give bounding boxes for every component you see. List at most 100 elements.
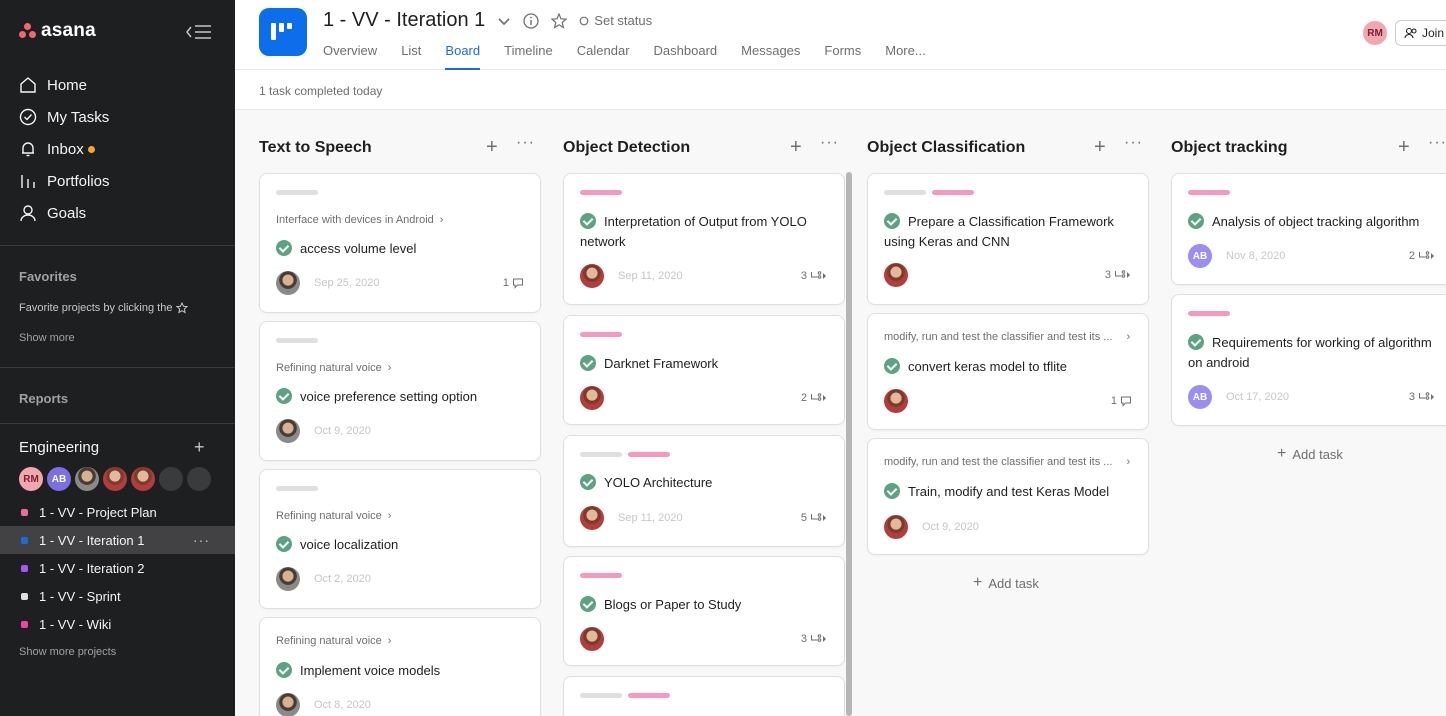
due-date[interactable]: Oct 9, 2020 <box>922 521 979 533</box>
nav-home[interactable]: Home <box>19 74 87 96</box>
subtask-count[interactable]: 2 <box>801 392 828 404</box>
task-name[interactable]: Implement voice models <box>276 661 524 681</box>
task-card[interactable]: Darknet Framework 2 <box>563 315 845 425</box>
column-scrollbar[interactable] <box>846 172 852 716</box>
avatar[interactable] <box>884 263 908 287</box>
avatar[interactable]: AB <box>1188 385 1212 409</box>
task-name[interactable]: convert keras model to tflite <box>884 357 1132 377</box>
avatar[interactable] <box>75 467 99 491</box>
avatar[interactable] <box>276 567 300 591</box>
column-more-icon[interactable]: ··· <box>516 134 535 152</box>
due-date[interactable]: Oct 17, 2020 <box>1226 391 1289 403</box>
add-task-button[interactable]: + Add task <box>1277 445 1343 463</box>
comment-count[interactable]: 1 <box>1111 395 1132 407</box>
subtask-count[interactable]: 3 <box>801 633 828 645</box>
task-name[interactable]: Interpretation of Output from YOLO netwo… <box>580 212 828 252</box>
avatar[interactable] <box>103 467 127 491</box>
task-name[interactable]: YOLO Architecture <box>580 473 828 493</box>
check-icon[interactable] <box>1188 213 1204 229</box>
add-card-icon[interactable]: + <box>790 136 802 159</box>
tab-forms[interactable]: Forms <box>824 43 861 70</box>
column-more-icon[interactable]: ··· <box>1428 134 1446 152</box>
project-title[interactable]: 1 - VV - Iteration 1 <box>323 9 485 32</box>
task-name[interactable]: Blogs or Paper to Study <box>580 595 828 615</box>
due-date[interactable]: Sep 11, 2020 <box>618 512 683 524</box>
subtask-count[interactable]: 3 <box>1105 269 1132 281</box>
check-icon[interactable] <box>580 213 596 229</box>
reports-title[interactable]: Reports <box>19 391 68 406</box>
avatar[interactable] <box>276 419 300 443</box>
subtask-count[interactable]: 3 <box>1409 391 1436 403</box>
subtask-count[interactable]: 2 <box>1409 250 1436 262</box>
avatar[interactable] <box>276 271 300 295</box>
due-date[interactable]: Sep 25, 2020 <box>314 277 379 289</box>
favorites-show-more[interactable]: Show more <box>19 332 75 344</box>
column-title[interactable]: Object Classification <box>867 139 1025 157</box>
check-icon[interactable] <box>1188 334 1204 350</box>
task-card[interactable]: YOLO Architecture Sep 11, 2020 5 <box>563 435 845 547</box>
check-icon[interactable] <box>276 240 292 256</box>
task-card[interactable]: Requirements for working of algorithm on… <box>1171 294 1446 426</box>
task-name[interactable]: Requirements for working of algorithm on… <box>1188 333 1436 373</box>
sidebar-project[interactable]: 1 - VV - Wiki <box>0 610 235 638</box>
task-name[interactable]: access volume level <box>276 239 524 259</box>
task-card[interactable]: Interpretation of Output from YOLO netwo… <box>563 173 845 305</box>
task-card[interactable]: Blogs or Paper to Study 3 <box>563 556 845 666</box>
column-title[interactable]: Text to Speech <box>259 139 372 157</box>
parent-task-link[interactable]: modify, run and test the classifier and … <box>884 456 1132 468</box>
task-name[interactable]: voice preference setting option <box>276 387 524 407</box>
add-card-icon[interactable]: + <box>1398 136 1410 159</box>
tab-calendar[interactable]: Calendar <box>577 43 630 70</box>
column-more-icon[interactable]: ··· <box>1124 134 1143 152</box>
join-button[interactable]: Join <box>1395 20 1446 46</box>
avatar[interactable]: RM <box>19 467 43 491</box>
task-card[interactable]: Analysis of object tracking algorithm AB… <box>1171 173 1446 285</box>
sidebar-project-active[interactable]: 1 - VV - Iteration 1 ··· <box>0 526 235 554</box>
task-card[interactable]: modify, run and test the classifier and … <box>867 438 1149 555</box>
add-card-icon[interactable]: + <box>1094 136 1106 159</box>
task-card[interactable]: Interface with devices in Android › acces… <box>259 173 541 313</box>
task-card[interactable]: Refining natural voice › Implement voice … <box>259 617 541 716</box>
asana-logo[interactable]: asana <box>19 20 96 42</box>
set-status-button[interactable]: Set status <box>579 13 652 28</box>
column-title[interactable]: Object tracking <box>1171 139 1287 157</box>
task-name[interactable]: Prepare a Classification Framework using… <box>884 212 1132 252</box>
user-avatar[interactable]: RM <box>1363 21 1387 45</box>
info-icon[interactable] <box>523 12 539 29</box>
check-icon[interactable] <box>884 483 900 499</box>
due-date[interactable]: Oct 8, 2020 <box>314 699 371 711</box>
comment-count[interactable]: 1 <box>503 277 524 289</box>
check-icon[interactable] <box>276 388 292 404</box>
sidebar-project[interactable]: 1 - VV - Sprint <box>0 582 235 610</box>
chevron-down-icon[interactable] <box>497 14 511 28</box>
tab-messages[interactable]: Messages <box>741 43 800 70</box>
avatar[interactable] <box>159 467 183 491</box>
check-icon[interactable] <box>580 596 596 612</box>
parent-task-link[interactable]: Refining natural voice › <box>276 635 391 647</box>
task-card[interactable]: Prepare a Classification Framework using… <box>867 173 1149 305</box>
nav-inbox[interactable]: Inbox <box>19 138 95 160</box>
check-icon[interactable] <box>276 536 292 552</box>
parent-task-link[interactable]: modify, run and test the classifier and … <box>884 331 1132 343</box>
star-icon[interactable] <box>551 12 568 29</box>
task-card[interactable]: Refining natural voice › voice localizati… <box>259 469 541 609</box>
add-task-button[interactable]: + Add task <box>973 574 1039 592</box>
show-more-projects[interactable]: Show more projects <box>19 646 116 658</box>
avatar[interactable] <box>580 264 604 288</box>
parent-task-link[interactable]: Refining natural voice › <box>276 510 391 522</box>
avatar[interactable] <box>580 386 604 410</box>
nav-goals[interactable]: Goals <box>19 202 86 224</box>
avatar[interactable] <box>884 515 908 539</box>
task-card[interactable]: Refining natural voice › voice preference… <box>259 321 541 461</box>
tab-overview[interactable]: Overview <box>323 43 377 70</box>
team-title[interactable]: Engineering <box>19 439 99 456</box>
add-project-icon[interactable]: + <box>194 438 205 456</box>
project-more-icon[interactable]: ··· <box>193 532 210 548</box>
task-name[interactable]: Darknet Framework <box>580 354 828 374</box>
add-card-icon[interactable]: + <box>486 136 498 159</box>
check-icon[interactable] <box>884 213 900 229</box>
avatar[interactable] <box>276 693 300 716</box>
column-more-icon[interactable]: ··· <box>820 134 839 152</box>
tab-timeline[interactable]: Timeline <box>504 43 553 70</box>
avatar[interactable]: AB <box>1188 244 1212 268</box>
